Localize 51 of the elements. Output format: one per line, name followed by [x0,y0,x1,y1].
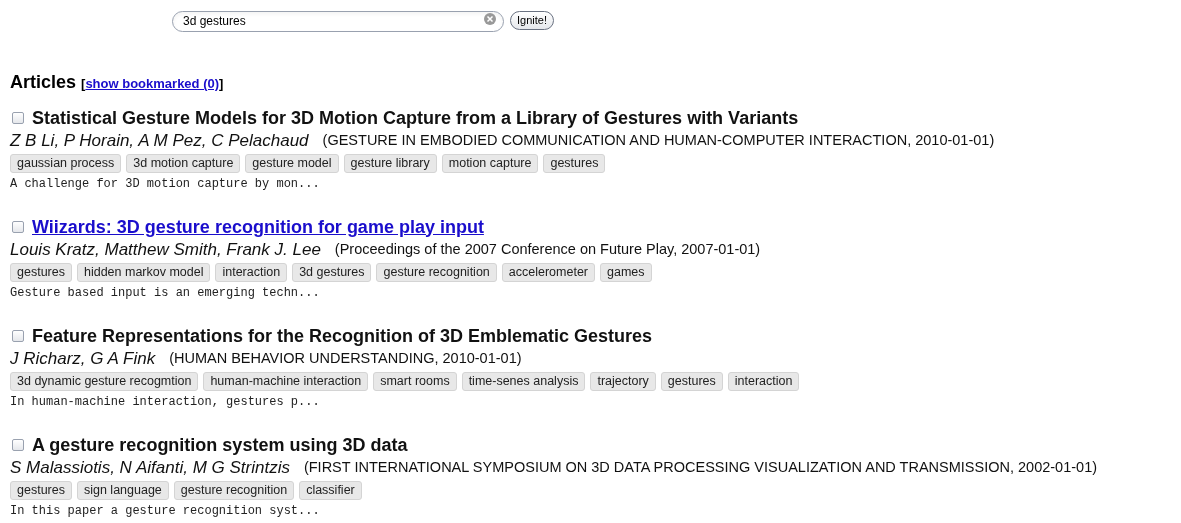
authors: S Malassiotis, N Aifanti, M G Strintzis [10,456,290,479]
tag[interactable]: games [600,262,652,282]
bookmark-checkbox[interactable] [12,112,24,124]
tag[interactable]: gesture model [245,153,339,173]
article-title[interactable]: Wiizards: 3D gesture recognition for game play input [32,213,484,241]
publication-source: (Proceedings of the 2007 Conference on Future Play, 2007-01-01) [334,239,761,259]
tag[interactable]: human-machine interaction [203,371,369,391]
tag[interactable]: gesture recognition [376,262,497,282]
tag[interactable]: gestures [660,371,723,391]
show-bookmarked-link[interactable]: show bookmarked (0) [85,74,220,94]
tag[interactable]: gesture recognition [173,480,295,500]
tag[interactable]: time-senes analysis [461,371,586,391]
publication-source: (HUMAN BEHAVIOR UNDERSTANDING, 2010-01-01) [169,348,522,368]
bracket: ] [219,75,224,93]
search-field[interactable]: 3d gestures [172,10,504,32]
article-title[interactable]: Feature Representations for the Recognition of 3D Emblematic Gestures [32,322,653,350]
tag[interactable]: classifier [299,480,362,500]
bookmark-checkbox[interactable] [12,330,24,342]
bookmark-checkbox[interactable] [12,221,24,233]
article-title[interactable]: A gesture recognition system using 3D data [32,431,408,459]
clear-icon[interactable] [484,12,496,25]
authors: Z B Li, P Horain, A M Pez, C Pelachaud [10,129,309,152]
authors: J Richarz, G A Fink [10,347,156,370]
tag[interactable]: 3d dynamic gesture recogmtion [10,371,199,391]
tag[interactable]: hidden markov model [76,262,211,282]
tag[interactable]: interaction [727,371,800,391]
tag[interactable]: sign language [76,480,169,500]
abstract-snippet: A challenge for 3D motion capture by mon... [10,176,321,193]
section-heading: Articles [10,71,77,94]
tag[interactable]: gestures [543,153,606,173]
tag[interactable]: gesture library [343,153,437,173]
tag[interactable]: gaussian process [10,153,122,173]
tag[interactable]: gestures [10,262,72,282]
tag[interactable]: gestures [10,480,72,500]
abstract-snippet: In human-machine interaction, gestures p... [10,394,321,411]
ignite-button[interactable]: Ignite! [510,10,554,30]
tag[interactable]: motion capture [441,153,539,173]
bookmark-checkbox[interactable] [12,439,24,451]
tag[interactable]: smart rooms [373,371,457,391]
tag[interactable]: accelerometer [501,262,595,282]
tag[interactable]: interaction [215,262,288,282]
bracket: [ [81,75,86,93]
tag[interactable]: 3d gestures [292,262,372,282]
tag[interactable]: trajectory [590,371,656,391]
tag[interactable]: 3d motion capture [126,153,241,173]
article-title[interactable]: Statistical Gesture Models for 3D Motion Capture from a Library of Gestures with Variants [32,104,799,132]
publication-source: (GESTURE IN EMBODIED COMMUNICATION AND HUMAN-COMPUTER INTERACTION, 2010-01-01) [322,130,995,150]
abstract-snippet: In this paper a gesture recognition syst... [10,503,321,520]
authors: Louis Kratz, Matthew Smith, Frank J. Lee [10,238,321,261]
abstract-snippet: Gesture based input is an emerging techn... [10,285,321,302]
publication-source: (FIRST INTERNATIONAL SYMPOSIUM ON 3D DATA PROCESSING VISUALIZATION AND TRANSMISSION, 2002-01-01) [303,457,1098,477]
